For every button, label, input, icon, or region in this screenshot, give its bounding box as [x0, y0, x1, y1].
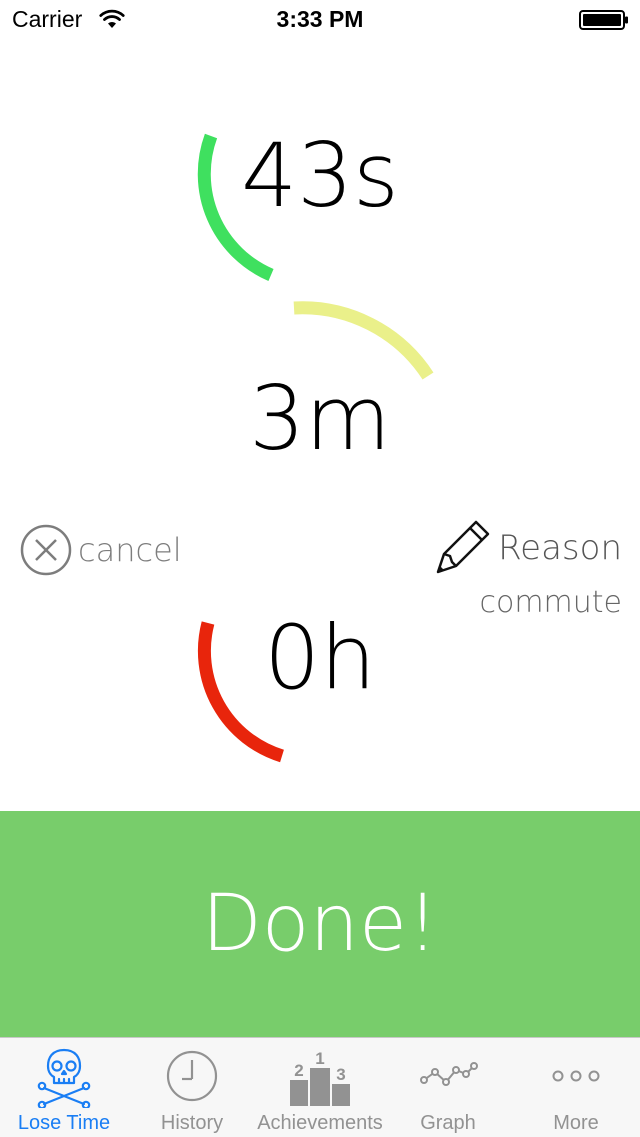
reason-value[interactable]: commute — [479, 585, 622, 620]
status-clock: 3:33 PM — [276, 6, 364, 32]
minutes-value[interactable]: 3m — [220, 375, 420, 463]
tab-label: Lose Time — [17, 1112, 111, 1134]
pencil-icon — [436, 520, 490, 574]
cancel-button[interactable]: cancel — [20, 522, 182, 578]
seconds-value[interactable]: 43s — [220, 132, 420, 220]
cancel-circle-x-icon — [20, 524, 72, 576]
tab-label: More — [553, 1112, 599, 1134]
reason-label: Reason — [498, 528, 622, 568]
svg-text:3: 3 — [336, 1065, 345, 1084]
minutes-arc — [293, 301, 434, 380]
status-bar: Carrier 3:33 PM — [0, 0, 640, 40]
more-dots-icon — [552, 1070, 600, 1082]
cancel-label: cancel — [78, 531, 182, 569]
svg-text:1: 1 — [315, 1049, 324, 1068]
tab-graph[interactable]: Graph — [384, 1038, 512, 1137]
timer-panel: 43s 3m 0h cancel Reason commute — [0, 40, 640, 811]
done-button[interactable]: Done! — [0, 811, 640, 1037]
tab-achievements[interactable]: 1 2 3 Achievements — [256, 1038, 384, 1137]
tab-label: Graph — [420, 1112, 476, 1134]
skull-crossbones-icon — [37, 1048, 91, 1108]
podium-icon: 1 2 3 — [290, 1049, 350, 1106]
battery-icon — [579, 10, 628, 30]
tab-history[interactable]: History — [128, 1038, 256, 1137]
svg-text:2: 2 — [294, 1061, 303, 1080]
tab-label: History — [160, 1112, 224, 1134]
clock-icon — [166, 1050, 218, 1102]
reason-button[interactable]: Reason — [430, 518, 626, 582]
tab-more[interactable]: More — [512, 1038, 640, 1137]
done-label: Done! — [201, 879, 439, 969]
tab-lose-time[interactable]: Lose Time — [0, 1038, 128, 1137]
hours-value[interactable]: 0h — [220, 614, 420, 702]
line-graph-icon — [420, 1062, 478, 1086]
tab-bar: Lose Time History 1 2 3 Achievements Gra… — [0, 1037, 640, 1137]
tab-label: Achievements — [257, 1112, 383, 1134]
